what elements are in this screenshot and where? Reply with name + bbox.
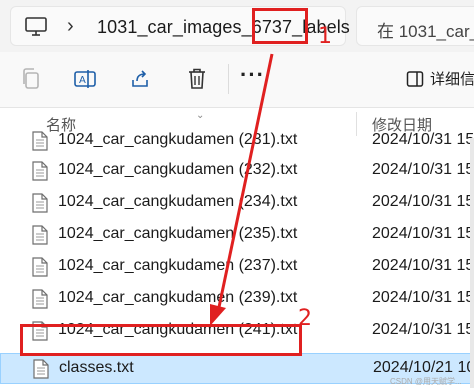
watermark: CSDN @用天赋学... — [390, 377, 462, 386]
annotation-arrow — [210, 53, 274, 326]
